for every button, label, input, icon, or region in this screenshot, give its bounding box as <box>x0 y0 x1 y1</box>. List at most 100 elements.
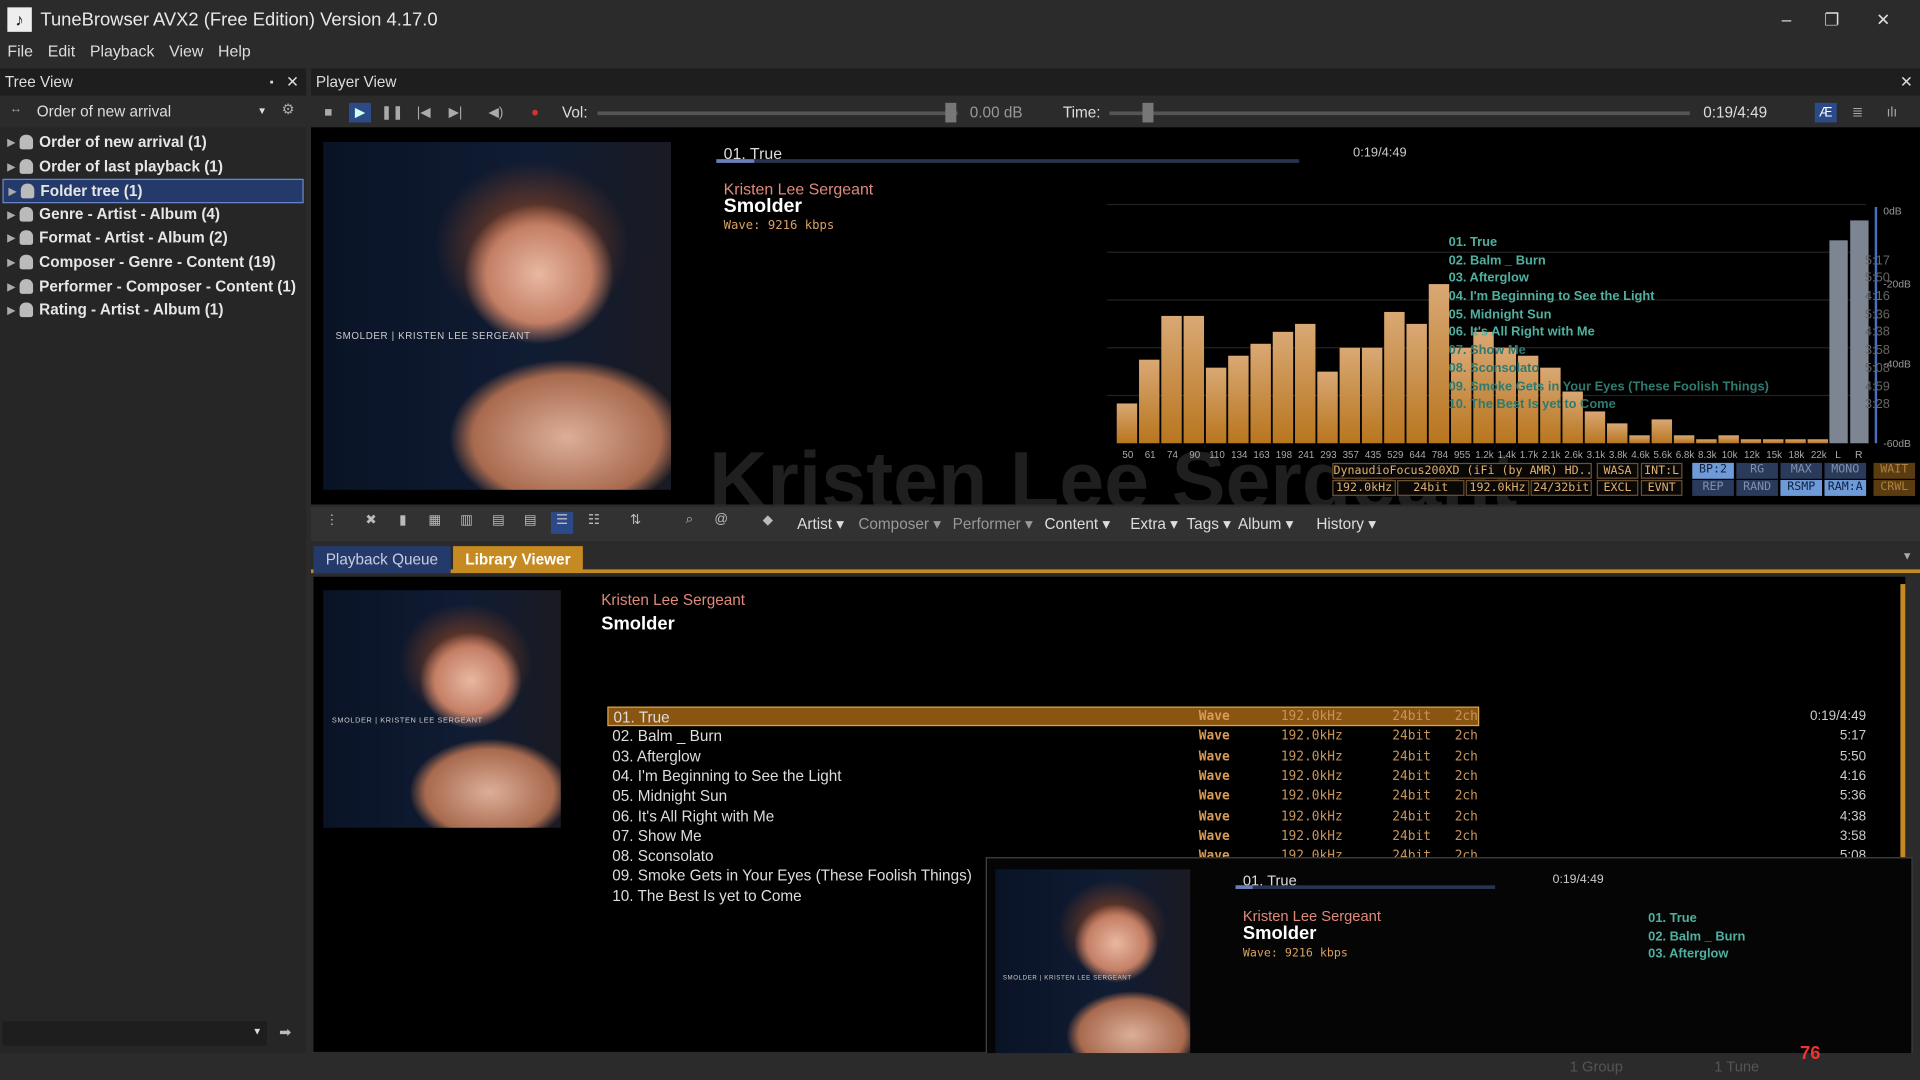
seek-thumb[interactable] <box>1142 102 1154 123</box>
speaker-icon[interactable]: ◀) <box>485 103 507 123</box>
gear-icon[interactable]: ⚙ <box>282 100 295 117</box>
overlay-playlist-item[interactable]: 07. Show Me 3:58 <box>1449 343 1890 361</box>
play-icon[interactable]: ▶ <box>348 102 372 123</box>
overlay-playlist-item[interactable]: 09. Smoke Gets in Your Eyes (These Fooli… <box>1449 379 1890 397</box>
mini-playlist-item[interactable]: 01. True <box>1648 910 1745 928</box>
tree-item[interactable]: ▶ Rating - Artist - Album (1) <box>2 299 303 323</box>
track-row[interactable]: 05. Midnight Sun <box>607 786 1479 806</box>
mode-badge[interactable]: EVNT <box>1640 480 1683 496</box>
expand-arrow-icon[interactable]: ▶ <box>7 251 15 274</box>
details-icon[interactable]: ☰ <box>551 511 574 534</box>
chevron-down-icon[interactable]: ▼ <box>1902 550 1913 562</box>
expand-arrow-icon[interactable]: ▶ <box>9 180 17 203</box>
expand-arrow-icon[interactable]: ▶ <box>7 155 15 178</box>
tag-icon[interactable]: ◆ <box>757 512 779 534</box>
tree-item[interactable]: ▶ Folder tree (1) <box>2 179 304 203</box>
sort-icon[interactable]: ⇅ <box>624 512 646 534</box>
expand-arrow-icon[interactable]: ▶ <box>7 299 15 322</box>
overlay-playlist-item[interactable]: 08. Sconsolato 5:08 <box>1449 361 1890 379</box>
menu-view[interactable]: View <box>162 40 211 62</box>
filter-icon[interactable]: ⋮ <box>321 512 343 534</box>
record-icon[interactable]: ● <box>524 103 546 123</box>
tree-item[interactable]: ▶ Genre - Artist - Album (4) <box>2 203 303 227</box>
list-icon[interactable]: ≣ <box>1847 103 1869 123</box>
mode-badge[interactable]: WASA <box>1596 462 1639 479</box>
mode-badge[interactable]: EXCL <box>1596 480 1639 496</box>
option-badge[interactable]: REP <box>1692 480 1734 496</box>
close-icon[interactable]: ✕ <box>286 69 299 96</box>
swap-icon[interactable]: ↔ <box>10 103 22 116</box>
output-rate-badge[interactable]: 192.0kHz <box>1465 480 1530 496</box>
toolbar-menu-composer[interactable]: Composer ▾ <box>858 514 941 533</box>
output-device-badge[interactable]: DynaudioFocus200XD (iFi (by AMR) HD... <box>1332 462 1592 479</box>
tree-list-icon[interactable]: ☷ <box>583 512 605 534</box>
option-badge[interactable]: RSMP <box>1780 480 1823 496</box>
list-grid-icon[interactable]: ▤ <box>487 512 509 534</box>
seek-slider[interactable] <box>1109 111 1690 116</box>
search-icon[interactable]: ⌕ <box>678 512 700 534</box>
tree-item[interactable]: ▶ Order of new arrival (1) <box>2 131 303 155</box>
mini-progress[interactable] <box>1235 885 1496 889</box>
menu-edit[interactable]: Edit <box>40 40 82 62</box>
track-row[interactable]: 03. Afterglow <box>607 746 1479 766</box>
lyrics-icon[interactable]: Æ <box>1814 102 1837 123</box>
source-rate-badge[interactable]: 192.0kHz <box>1332 480 1396 496</box>
maximize-button[interactable]: ❐ <box>1810 5 1854 34</box>
state-badge[interactable]: WAIT <box>1873 462 1916 479</box>
pause-icon[interactable]: ❚❚ <box>381 103 404 123</box>
overlay-playlist-item[interactable]: 10. The Best Is yet to Come 3:28 <box>1449 397 1890 415</box>
tiles-icon[interactable]: ▤ <box>519 512 541 534</box>
mini-playlist-item[interactable]: 02. Balm _ Burn <box>1648 928 1745 946</box>
tab-library-viewer[interactable]: Library Viewer <box>453 546 583 574</box>
track-row[interactable]: 04. I'm Beginning to See the Light <box>607 766 1479 786</box>
overlay-playlist-item[interactable]: 02. Balm _ Burn 5:17 <box>1449 253 1890 271</box>
minimize-button[interactable]: – <box>1764 5 1808 34</box>
overlay-playlist-item[interactable]: 01. True <box>1449 235 1816 253</box>
volume-slider[interactable] <box>597 111 958 116</box>
state-badge[interactable]: CRWL <box>1873 480 1916 496</box>
option-badge[interactable]: MONO <box>1824 462 1867 479</box>
toolbar-menu-tags[interactable]: Tags ▾ <box>1187 514 1231 533</box>
mode-badge[interactable]: INT:L <box>1640 462 1683 479</box>
option-badge[interactable]: RAM:A <box>1824 480 1867 496</box>
menu-file[interactable]: File <box>0 40 40 62</box>
volume-thumb[interactable] <box>945 102 957 123</box>
close-icon[interactable]: ✕ <box>1900 69 1913 96</box>
expand-arrow-icon[interactable]: ▶ <box>7 275 15 298</box>
output-bits-badge[interactable]: 24/32bit <box>1530 480 1592 496</box>
expand-arrow-icon[interactable]: ▶ <box>7 203 15 226</box>
option-badge[interactable]: MAX <box>1780 462 1823 479</box>
tree-item[interactable]: ▶ Order of last playback (1) <box>2 155 303 179</box>
tree-item[interactable]: ▶ Format - Artist - Album (2) <box>2 227 303 251</box>
option-badge[interactable]: RG <box>1736 462 1778 479</box>
pin-icon[interactable]: ▪ <box>270 69 274 96</box>
menu-playback[interactable]: Playback <box>82 40 161 62</box>
close-button[interactable]: ✕ <box>1861 5 1905 34</box>
toolbar-menu-extra[interactable]: Extra ▾ <box>1130 514 1178 533</box>
at-sign-icon[interactable]: @ <box>710 512 732 534</box>
overlay-playlist-item[interactable]: 05. Midnight Sun 5:36 <box>1449 307 1890 325</box>
expand-arrow-icon[interactable]: ▶ <box>7 227 15 250</box>
tree-item[interactable]: ▶ Composer - Genre - Content (19) <box>2 251 303 275</box>
go-arrow-icon[interactable]: ➡ <box>279 1024 291 1041</box>
stop-icon[interactable]: ■ <box>317 103 339 123</box>
previous-icon[interactable]: |◀ <box>413 103 435 123</box>
menu-help[interactable]: Help <box>211 40 258 62</box>
tree-filter-dropdown[interactable]: ▼ <box>2 1021 267 1046</box>
toolbar-menu-album[interactable]: Album ▾ <box>1238 514 1293 533</box>
next-icon[interactable]: ▶| <box>444 103 466 123</box>
track-progress[interactable] <box>716 159 1300 163</box>
columns-icon[interactable]: ▥ <box>456 512 478 534</box>
track-row[interactable]: 07. Show Me <box>607 826 1479 846</box>
overlay-playlist-item[interactable]: 06. It's All Right with Me 4:38 <box>1449 325 1890 343</box>
expand-arrow-icon[interactable]: ▶ <box>7 131 15 154</box>
tree-item[interactable]: ▶ Performer - Composer - Content (1) <box>2 275 303 299</box>
mini-playlist-item[interactable]: 03. Afterglow <box>1648 945 1745 963</box>
overlay-playlist-item[interactable]: 03. Afterglow 5:50 <box>1449 271 1890 289</box>
option-badge[interactable]: RAND <box>1736 480 1778 496</box>
shuffle-icon[interactable]: ✖ <box>360 512 382 534</box>
option-badge[interactable]: BP:2 <box>1692 462 1734 479</box>
track-row[interactable]: 06. It's All Right with Me <box>607 806 1479 826</box>
overlay-playlist-item[interactable]: 04. I'm Beginning to See the Light 4:16 <box>1449 289 1890 307</box>
sort-dropdown[interactable]: Order of new arrival ▼ <box>32 99 272 123</box>
